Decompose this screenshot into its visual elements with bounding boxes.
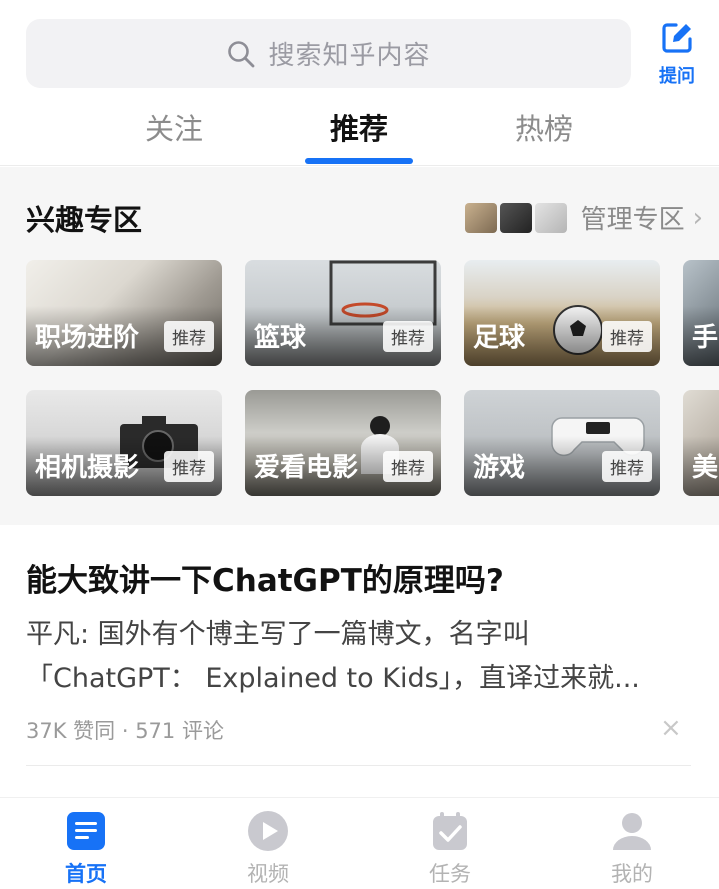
ask-label: 提问 bbox=[659, 66, 695, 87]
active-tab-indicator bbox=[305, 158, 413, 164]
zone-card-name: 手 bbox=[692, 323, 719, 353]
manage-zone-label: 管理专区 bbox=[580, 205, 685, 235]
zone-card-basketball[interactable]: 篮球 推荐 bbox=[245, 260, 441, 366]
feed-divider bbox=[26, 765, 691, 766]
zone-card-name: 篮球 bbox=[254, 323, 307, 353]
recommend-badge: 推荐 bbox=[602, 451, 652, 482]
ask-button[interactable]: 提问 bbox=[650, 20, 704, 92]
nav-home-label: 首页 bbox=[65, 862, 107, 886]
nav-home[interactable]: 首页 bbox=[26, 810, 146, 888]
bottom-nav: 首页 视频 任务 我的 bbox=[0, 797, 719, 889]
zone-thumb-1 bbox=[464, 202, 497, 233]
home-icon bbox=[67, 812, 105, 850]
zone-card-name: 美 bbox=[692, 453, 719, 483]
zone-title: 兴趣专区 bbox=[26, 203, 143, 237]
zone-card-camera[interactable]: 相机摄影 推荐 bbox=[26, 390, 222, 496]
recommend-badge: 推荐 bbox=[164, 451, 214, 482]
profile-icon bbox=[613, 813, 651, 850]
search-bar[interactable]: 搜索知乎内容 bbox=[26, 19, 631, 88]
nav-video-label: 视频 bbox=[247, 862, 289, 886]
answer-meta: 37K 赞同 · 571 评论 bbox=[26, 719, 224, 743]
manage-zone-link[interactable]: 管理专区 › bbox=[462, 199, 703, 236]
zone-card-name: 爱看电影 bbox=[254, 453, 359, 483]
tab-recommend[interactable]: 推荐 bbox=[299, 106, 419, 148]
recommend-badge: 推荐 bbox=[602, 321, 652, 352]
feed-tabs: 关注 推荐 热榜 bbox=[0, 100, 719, 166]
question-title[interactable]: 能大致讲一下ChatGPT的原理吗? bbox=[26, 555, 504, 600]
video-play-icon bbox=[248, 811, 288, 851]
zone-card-name: 职场进阶 bbox=[35, 323, 140, 353]
edit-icon bbox=[662, 23, 692, 53]
zone-thumbnails bbox=[462, 202, 567, 233]
zone-card-career[interactable]: 职场进阶 推荐 bbox=[26, 260, 222, 366]
zone-card-name: 相机摄影 bbox=[35, 453, 140, 483]
tab-follow[interactable]: 关注 bbox=[114, 106, 234, 148]
zone-card-name: 游戏 bbox=[473, 453, 526, 483]
search-placeholder: 搜索知乎内容 bbox=[268, 41, 431, 71]
search-icon bbox=[228, 40, 255, 67]
zone-card-partial-2[interactable]: 美 bbox=[683, 390, 719, 496]
zone-card-name: 足球 bbox=[473, 323, 526, 353]
zone-thumb-3 bbox=[534, 202, 567, 233]
recommend-badge: 推荐 bbox=[164, 321, 214, 352]
nav-profile-label: 我的 bbox=[611, 862, 653, 886]
nav-profile[interactable]: 我的 bbox=[572, 810, 692, 888]
top-header: 搜索知乎内容 提问 关注 推荐 热榜 bbox=[0, 0, 719, 166]
nav-tasks[interactable]: 任务 bbox=[390, 810, 510, 888]
nav-video[interactable]: 视频 bbox=[208, 810, 328, 888]
recommend-badge: 推荐 bbox=[383, 451, 433, 482]
tab-hot[interactable]: 热榜 bbox=[484, 106, 604, 148]
task-check-icon bbox=[433, 812, 467, 850]
answer-excerpt[interactable]: 平凡: 国外有个博主写了一篇博文，名字叫「ChatGPT： Explained … bbox=[26, 613, 696, 701]
nav-tasks-label: 任务 bbox=[429, 862, 471, 886]
zone-card-football[interactable]: 足球 推荐 bbox=[464, 260, 660, 366]
zone-card-movies[interactable]: 爱看电影 推荐 bbox=[245, 390, 441, 496]
dismiss-icon[interactable]: × bbox=[660, 713, 682, 743]
recommend-badge: 推荐 bbox=[383, 321, 433, 352]
chevron-right-icon: › bbox=[692, 202, 703, 233]
zone-card-games[interactable]: 游戏 推荐 bbox=[464, 390, 660, 496]
interest-zone: 兴趣专区 管理专区 › 职场进阶 推荐 篮球 推荐 足球 推荐 手 相机摄影 推… bbox=[0, 167, 719, 525]
zone-card-partial-1[interactable]: 手 bbox=[683, 260, 719, 366]
zone-thumb-2 bbox=[499, 202, 532, 233]
